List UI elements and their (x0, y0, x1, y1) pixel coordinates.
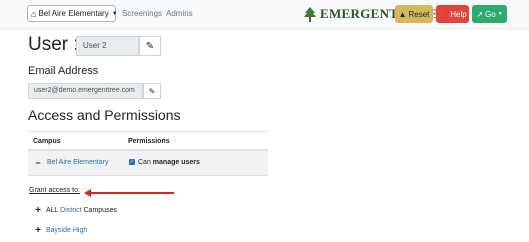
edit-username-button[interactable]: ✎ (139, 36, 161, 56)
annotation-arrow-line (90, 192, 174, 194)
grant-access-label: Grant access to: (29, 187, 80, 194)
caret-down-icon: ▼ (111, 10, 118, 17)
grant-all-prefix: ALL (46, 207, 59, 214)
access-heading: Access and Permissions (28, 107, 181, 123)
campus-link[interactable]: Bel Aire Elementary (47, 159, 108, 166)
school-dropdown[interactable]: ⌂ Bel Aire Elementary ▼ (27, 5, 118, 22)
user-label: User : (28, 34, 79, 55)
pencil-icon: ✎ (145, 40, 155, 52)
email-heading: Email Address (28, 65, 99, 77)
nav-link-admins[interactable]: Admins (166, 9, 193, 18)
external-link-icon: ↗ (476, 9, 484, 19)
home-icon: ⌂ (31, 8, 37, 19)
district-link[interactable]: District (60, 207, 81, 214)
caret-down-icon: ▼ (497, 11, 503, 17)
navbar: ⌂ Bel Aire Elementary ▼ Screenings Admin… (0, 0, 529, 29)
permission-name: manage users (152, 159, 200, 166)
school-dropdown-label: Bel Aire Elementary (38, 9, 109, 18)
grant-all-campuses-button[interactable]: + (33, 206, 43, 216)
annotation-arrow-head (84, 189, 91, 197)
table-row: − Bel Aire Elementary ✓ Can manage users (28, 151, 268, 176)
bayside-high-link[interactable]: Bayside High (46, 227, 87, 234)
go-button-label: Go (485, 9, 496, 19)
email-field[interactable]: user2@demo.emergenttree.com (28, 83, 143, 99)
pencil-icon: ✎ (148, 86, 156, 96)
help-button-label: Help (450, 9, 467, 19)
permission-label: Can manage users (138, 159, 200, 166)
go-button[interactable]: ↗ Go ▼ (472, 5, 507, 23)
username-field[interactable]: User 2 (76, 36, 139, 56)
permission-prefix: Can (138, 159, 151, 166)
grant-all-suffix: Campuses (83, 207, 117, 214)
nav-link-screenings[interactable]: Screenings (122, 9, 162, 18)
table-header: Campus Permissions (28, 131, 268, 151)
remove-access-button[interactable]: − (34, 159, 42, 168)
help-button[interactable]: ❓ Help (436, 5, 469, 23)
grant-bayside-label: Bayside High (46, 227, 87, 234)
reset-button[interactable]: ▲ Reset (395, 5, 433, 23)
edit-email-button[interactable]: ✎ (143, 83, 161, 99)
question-icon: ❓ (438, 9, 449, 19)
eraser-icon: ▲ (398, 9, 407, 19)
permissions-column-header: Permissions (128, 138, 170, 145)
grant-all-campuses-label: ALL District Campuses (46, 207, 117, 214)
reset-button-label: Reset (408, 9, 430, 19)
grant-bayside-button[interactable]: + (33, 226, 43, 236)
manage-users-checkbox[interactable]: ✓ (129, 159, 135, 165)
campus-column-header: Campus (33, 138, 61, 145)
tree-icon (304, 7, 316, 22)
